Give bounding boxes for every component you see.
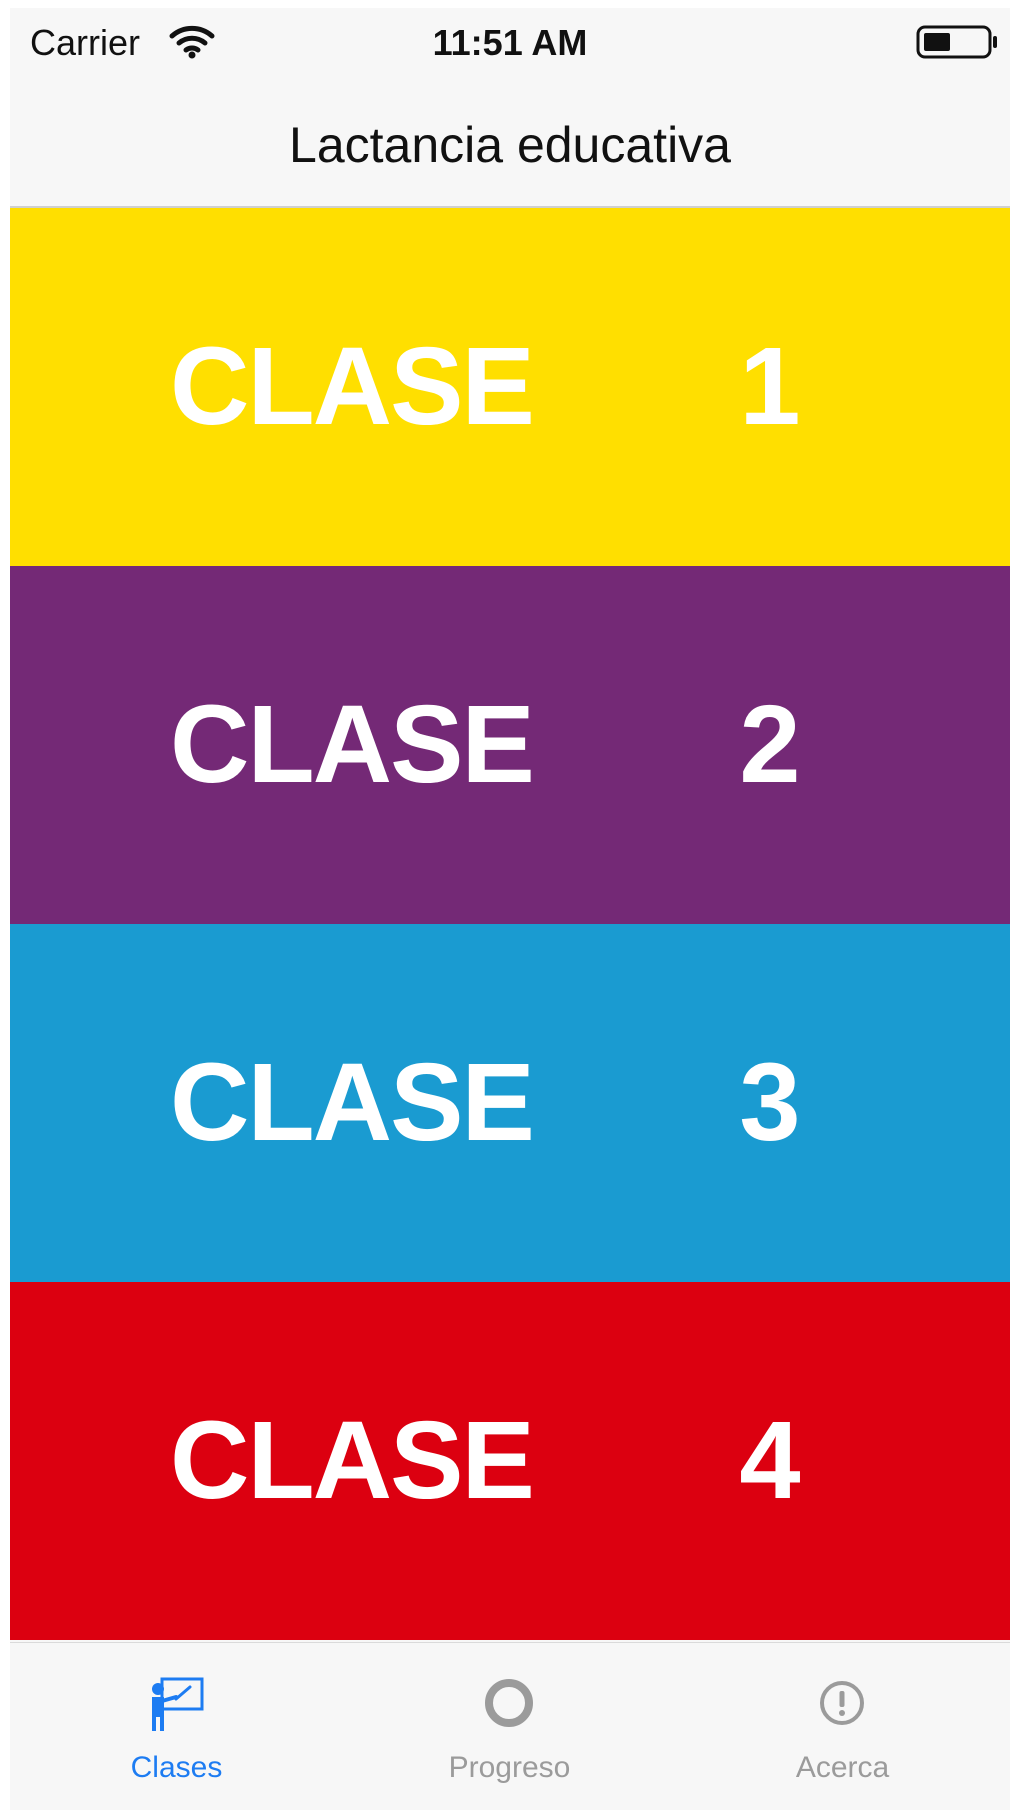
status-bar: Carrier 11:51 AM [10, 8, 1010, 72]
class-number: 4 [739, 1399, 801, 1522]
class-row-2[interactable]: CLASE 2 [10, 566, 1010, 924]
tab-label: Progreso [448, 1751, 571, 1784]
class-number: 2 [739, 683, 801, 806]
tab-progreso[interactable]: Progreso [343, 1643, 676, 1810]
class-list: CLASE 1 CLASE 2 CLASE 3 CLASE 4 [10, 208, 1010, 1640]
class-label: CLASE [170, 1399, 535, 1522]
class-row-4[interactable]: CLASE 4 [10, 1282, 1010, 1640]
circle-icon [485, 1679, 533, 1727]
class-label: CLASE [170, 325, 535, 448]
info-exclamation-icon [820, 1681, 864, 1725]
navigation-bar: Lactancia educativa [10, 72, 1010, 208]
class-row-1[interactable]: CLASE 1 [10, 208, 1010, 566]
class-label: CLASE [170, 1041, 535, 1164]
page-title: Lactancia educativa [289, 117, 731, 173]
class-number: 3 [739, 1041, 801, 1164]
battery-icon [916, 25, 997, 59]
teacher-board-icon [152, 1677, 204, 1731]
tab-label: Acerca [795, 1751, 890, 1784]
tab-bar: Clases Progreso Acerca [10, 1642, 1010, 1810]
status-time: 11:51 AM [432, 22, 588, 63]
tab-acerca[interactable]: Acerca [676, 1643, 1009, 1810]
app-screen: Carrier 11:51 AM Lactancia educativa CLA… [10, 8, 1010, 1810]
class-number: 1 [739, 325, 801, 448]
class-row-3[interactable]: CLASE 3 [10, 924, 1010, 1282]
class-label: CLASE [170, 683, 535, 806]
tab-clases[interactable]: Clases [10, 1643, 343, 1810]
tab-label: Clases [130, 1751, 223, 1784]
